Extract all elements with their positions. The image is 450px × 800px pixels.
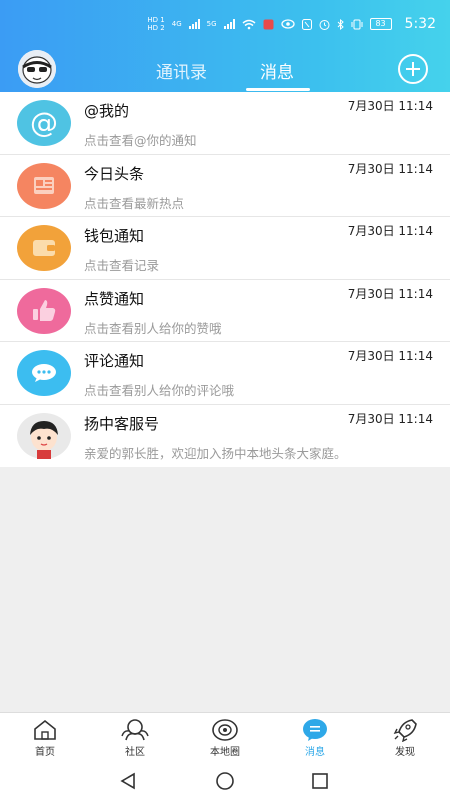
back-icon[interactable] bbox=[119, 772, 137, 790]
header-bar: HD 1 HD 2 4G 5G 83 5:32 通讯录 消息 bbox=[0, 0, 450, 92]
nav-discover[interactable]: 发现 bbox=[360, 713, 450, 762]
user-avatar-image bbox=[18, 50, 56, 88]
message-subtitle: 亲爱的郭长胜，欢迎加入扬中本地头条大家庭。 bbox=[84, 445, 347, 461]
home-icon bbox=[34, 719, 56, 740]
active-tab-indicator bbox=[246, 88, 310, 91]
message-title: 扬中客服号 bbox=[84, 414, 160, 433]
message-subtitle: 点击查看最新热点 bbox=[84, 195, 185, 211]
nav-label: 本地圈 bbox=[210, 747, 240, 758]
home-circle-icon[interactable] bbox=[215, 772, 235, 790]
message-item-customer-service[interactable]: 扬中客服号 亲爱的郭长胜，欢迎加入扬中本地头条大家庭。 7月30日 11:14 bbox=[0, 404, 450, 467]
message-title: @我的 bbox=[84, 102, 130, 120]
message-title: 评论通知 bbox=[84, 352, 145, 370]
user-avatar[interactable] bbox=[18, 50, 56, 88]
signal-icon-2 bbox=[223, 19, 235, 29]
local-circle-icon bbox=[212, 719, 238, 741]
message-item-at-me[interactable]: @ @我的 点击查看@你的通知 7月30日 11:14 bbox=[0, 92, 450, 155]
network-5g: 5G bbox=[206, 20, 217, 28]
newspaper-icon bbox=[17, 162, 71, 209]
hd-indicator: HD 1 HD 2 bbox=[147, 16, 165, 32]
tab-contacts[interactable]: 通讯录 bbox=[156, 58, 207, 83]
nav-label: 社区 bbox=[125, 747, 145, 758]
message-item-wallet[interactable]: 钱包通知 点击查看记录 7月30日 11:14 bbox=[0, 217, 450, 280]
wifi-icon bbox=[242, 19, 256, 29]
nav-messages[interactable]: 消息 bbox=[270, 713, 360, 762]
alarm-icon bbox=[319, 19, 330, 30]
eye-icon bbox=[280, 19, 295, 29]
message-subtitle: 点击查看记录 bbox=[84, 258, 160, 273]
message-item-comments[interactable]: 评论通知 点击查看别人给你的评论哦 7月30日 11:14 bbox=[0, 342, 450, 405]
system-navigation-bar bbox=[0, 762, 450, 800]
rocket-icon bbox=[393, 719, 417, 742]
thumbs-up-icon bbox=[17, 287, 71, 334]
nav-label: 首页 bbox=[35, 747, 55, 758]
message-subtitle: 点击查看@你的通知 bbox=[84, 133, 197, 148]
status-bar: HD 1 HD 2 4G 5G 83 5:32 bbox=[0, 0, 450, 40]
nav-label: 发现 bbox=[395, 747, 415, 758]
message-time: 7月30日 11:14 bbox=[347, 349, 433, 363]
comment-icon bbox=[17, 350, 71, 396]
battery-icon: 83 bbox=[369, 18, 392, 30]
message-item-headlines[interactable]: 今日头条 点击查看最新热点 7月30日 11:14 bbox=[0, 154, 450, 217]
recents-icon[interactable] bbox=[311, 772, 329, 790]
message-list: @ @我的 点击查看@你的通知 7月30日 11:14 今日头条 点击查看最新热… bbox=[0, 92, 450, 467]
message-time: 7月30日 11:14 bbox=[347, 411, 433, 426]
message-time: 7月30日 11:14 bbox=[347, 224, 433, 238]
wallet-icon bbox=[17, 225, 71, 271]
message-title: 今日头条 bbox=[84, 164, 145, 183]
vibrate-icon bbox=[351, 19, 363, 29]
message-time: 7月30日 11:14 bbox=[347, 161, 433, 176]
nfc-icon bbox=[301, 18, 312, 30]
at-icon: @ bbox=[17, 100, 71, 146]
notification-icon bbox=[263, 19, 274, 29]
community-icon bbox=[121, 719, 149, 741]
service-avatar bbox=[17, 412, 71, 459]
message-time: 7月30日 11:14 bbox=[347, 286, 433, 301]
bottom-navigation: 首页 社区 本地圈 消息 发现 bbox=[0, 712, 450, 762]
message-icon bbox=[303, 719, 327, 741]
tab-messages[interactable]: 消息 bbox=[260, 58, 294, 83]
nav-label: 消息 bbox=[305, 747, 325, 758]
header-tabs: 通讯录 消息 bbox=[130, 58, 330, 92]
network-4g: 4G bbox=[171, 20, 182, 28]
message-time: 7月30日 11:14 bbox=[347, 99, 433, 113]
message-item-likes[interactable]: 点赞通知 点击查看别人给你的赞哦 7月30日 11:14 bbox=[0, 279, 450, 342]
message-title: 点赞通知 bbox=[84, 289, 145, 308]
svg-text:@: @ bbox=[30, 106, 58, 139]
nav-community[interactable]: 社区 bbox=[90, 713, 180, 762]
message-subtitle: 点击查看别人给你的赞哦 bbox=[84, 320, 222, 336]
signal-icon bbox=[188, 19, 200, 29]
nav-local-circle[interactable]: 本地圈 bbox=[180, 713, 270, 762]
status-time: 5:32 bbox=[404, 16, 436, 32]
message-title: 钱包通知 bbox=[84, 227, 145, 245]
bluetooth-icon bbox=[337, 18, 344, 30]
nav-home[interactable]: 首页 bbox=[0, 713, 90, 762]
message-subtitle: 点击查看别人给你的评论哦 bbox=[84, 383, 235, 398]
add-button[interactable] bbox=[398, 54, 428, 84]
